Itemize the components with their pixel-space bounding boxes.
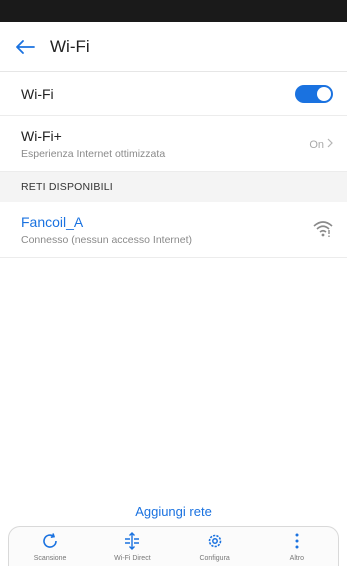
app-bar: Wi-Fi [0,22,347,72]
more-button[interactable]: Altro [256,527,338,566]
network-name: Fancoil_A [21,214,84,230]
wifi-plus-subtitle: Esperienza Internet ottimizzata [21,148,166,160]
wifi-no-internet-icon [313,220,333,238]
scan-button[interactable]: Scansione [9,527,91,566]
wifi-plus-status-text: On [309,138,324,151]
wifi-plus-status: On [309,138,333,151]
bottom-toolbar: Scansione Wi-Fi Direct Configura Altro [8,526,339,566]
status-bar [0,0,347,22]
section-header-available-networks: RETI DISPONIBILI [0,172,347,202]
wifi-toggle-row[interactable]: Wi-Fi [0,72,347,116]
wifi-plus-label: Wi-Fi+ [21,128,62,144]
refresh-icon [40,531,60,551]
toggle-knob [317,87,331,101]
network-status: Connesso (nessun accesso Internet) [21,234,193,246]
more-icon [287,531,307,551]
scan-label: Scansione [33,555,67,562]
add-network-button[interactable]: Aggiungi rete [0,504,347,519]
gear-icon [205,531,225,551]
wifi-plus-row[interactable]: Wi-Fi+ Esperienza Internet ottimizzata O… [0,116,347,172]
wifi-direct-icon [122,531,142,551]
wifi-direct-label: Wi-Fi Direct [114,555,151,562]
wifi-label: Wi-Fi [21,85,54,102]
wifi-direct-button[interactable]: Wi-Fi Direct [91,527,173,566]
network-list-item[interactable]: Fancoil_A Connesso (nessun accesso Inter… [0,202,347,258]
configure-label: Configura [199,555,230,562]
configure-button[interactable]: Configura [174,527,256,566]
page-title: Wi-Fi [50,36,90,56]
more-label: Altro [289,555,305,562]
back-arrow-icon[interactable] [14,36,36,58]
chevron-right-icon [327,138,333,151]
wifi-toggle[interactable] [295,85,333,103]
